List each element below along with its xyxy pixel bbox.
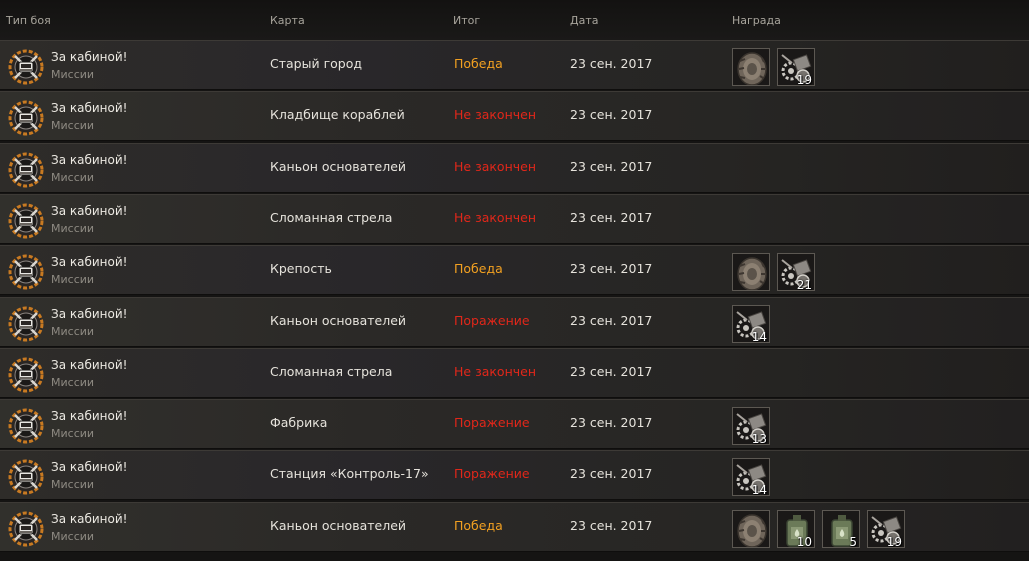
battle-type-subtitle: Миссии (51, 376, 95, 389)
battle-date: 23 сен. 2017 (570, 56, 653, 71)
mission-badge-icon (8, 408, 44, 444)
battle-type-subtitle: Миссии (51, 119, 95, 132)
reward-count: 14 (751, 483, 767, 496)
battle-type-subtitle: Миссии (51, 530, 95, 543)
battle-type-title: За кабиной! (51, 101, 128, 115)
reward-item[interactable]: 10 (777, 510, 815, 548)
battle-date: 23 сен. 2017 (570, 518, 653, 533)
table-header: Тип боя Карта Итог Дата Награда (0, 0, 1029, 40)
battle-type-subtitle: Миссии (51, 171, 95, 184)
battle-type-subtitle: Миссии (51, 427, 95, 440)
reward-item[interactable]: 5 (822, 510, 860, 548)
reward-count: 19 (796, 73, 812, 86)
battle-type-title: За кабиной! (51, 409, 128, 423)
result-status: Не закончен (454, 107, 536, 122)
result-status: Не закончен (454, 210, 536, 225)
mission-badge-icon (8, 152, 44, 188)
reward-count: 14 (751, 330, 767, 343)
battle-row[interactable]: За кабиной! Миссии Крепость Победа 23 сен. 2… (0, 245, 1029, 295)
battle-date: 23 сен. 2017 (570, 466, 653, 481)
map-name: Крепость (270, 261, 332, 276)
battle-date: 23 сен. 2017 (570, 261, 653, 276)
map-name: Кладбище кораблей (270, 107, 405, 122)
battle-type-title: За кабиной! (51, 50, 128, 64)
map-name: Сломанная стрела (270, 210, 393, 225)
result-status: Победа (454, 518, 503, 533)
reward-item[interactable]: 19 (777, 48, 815, 86)
battle-type-subtitle: Миссии (51, 68, 95, 81)
battle-row[interactable]: За кабиной! Миссии Каньон основателей Побед… (0, 502, 1029, 552)
column-header-battle-type[interactable]: Тип боя (6, 14, 51, 27)
map-name: Каньон основателей (270, 313, 407, 328)
battle-type-subtitle: Миссии (51, 325, 95, 338)
result-status: Поражение (454, 466, 530, 481)
reward-item[interactable]: 19 (867, 510, 905, 548)
column-header-reward[interactable]: Награда (732, 14, 781, 27)
map-name: Каньон основателей (270, 518, 407, 533)
reward-count: 19 (886, 535, 902, 548)
battle-row[interactable]: За кабиной! Миссии Сломанная стрела Не зако… (0, 194, 1029, 244)
battle-type-title: За кабиной! (51, 460, 128, 474)
column-header-map[interactable]: Карта (270, 14, 305, 27)
result-status: Поражение (454, 415, 530, 430)
battle-type-subtitle: Миссии (51, 273, 95, 286)
result-status: Не закончен (454, 159, 536, 174)
reward-count: 13 (751, 432, 767, 445)
battle-row[interactable]: За кабиной! Миссии Старый город Победа 23 се… (0, 40, 1029, 90)
battle-type-title: За кабиной! (51, 255, 128, 269)
reward-item[interactable]: 14 (732, 458, 770, 496)
battle-type-title: За кабиной! (51, 153, 128, 167)
mission-badge-icon (8, 511, 44, 547)
battle-date: 23 сен. 2017 (570, 159, 653, 174)
mission-badge-icon (8, 203, 44, 239)
result-status: Победа (454, 56, 503, 71)
battle-row[interactable]: За кабиной! Миссии Каньон основателей Не за… (0, 143, 1029, 193)
battle-type-title: За кабиной! (51, 512, 128, 526)
mission-badge-icon (8, 459, 44, 495)
battle-type-title: За кабиной! (51, 204, 128, 218)
result-status: Победа (454, 261, 503, 276)
reward-item[interactable] (732, 48, 770, 86)
mission-badge-icon (8, 357, 44, 393)
battle-type-title: За кабиной! (51, 358, 128, 372)
battle-date: 23 сен. 2017 (570, 107, 653, 122)
reward-item[interactable]: 14 (732, 305, 770, 343)
battle-date: 23 сен. 2017 (570, 415, 653, 430)
reward-item[interactable]: 13 (732, 407, 770, 445)
mission-badge-icon (8, 306, 44, 342)
battle-row[interactable]: За кабиной! Миссии Станция «Контроль-17» По… (0, 450, 1029, 500)
map-name: Каньон основателей (270, 159, 407, 174)
mission-badge-icon (8, 254, 44, 290)
column-header-result[interactable]: Итог (453, 14, 480, 27)
battle-history-window: Тип боя Карта Итог Дата Награда За кабин… (0, 0, 1029, 561)
reward-item[interactable] (732, 510, 770, 548)
reward-item[interactable] (732, 253, 770, 291)
column-header-date[interactable]: Дата (570, 14, 598, 27)
result-status: Поражение (454, 313, 530, 328)
battle-type-title: За кабиной! (51, 307, 128, 321)
map-name: Фабрика (270, 415, 328, 430)
reward-count: 21 (796, 278, 812, 291)
battle-date: 23 сен. 2017 (570, 210, 653, 225)
mission-badge-icon (8, 100, 44, 136)
battle-row[interactable]: За кабиной! Миссии Каньон основателей Пораж… (0, 297, 1029, 347)
battle-row[interactable]: За кабиной! Миссии Фабрика Поражение 23 сен.… (0, 399, 1029, 449)
battle-type-subtitle: Миссии (51, 478, 95, 491)
battle-type-subtitle: Миссии (51, 222, 95, 235)
reward-count: 5 (849, 535, 857, 548)
mission-badge-icon (8, 49, 44, 85)
battle-date: 23 сен. 2017 (570, 364, 653, 379)
reward-count: 10 (796, 535, 812, 548)
reward-item[interactable]: 21 (777, 253, 815, 291)
battle-date: 23 сен. 2017 (570, 313, 653, 328)
map-name: Старый город (270, 56, 363, 71)
battle-row[interactable]: За кабиной! Миссии Кладбище кораблей Не зак… (0, 91, 1029, 141)
map-name: Сломанная стрела (270, 364, 393, 379)
result-status: Не закончен (454, 364, 536, 379)
battle-row[interactable]: За кабиной! Миссии Сломанная стрела Не зако… (0, 348, 1029, 398)
map-name: Станция «Контроль-17» (270, 466, 429, 481)
